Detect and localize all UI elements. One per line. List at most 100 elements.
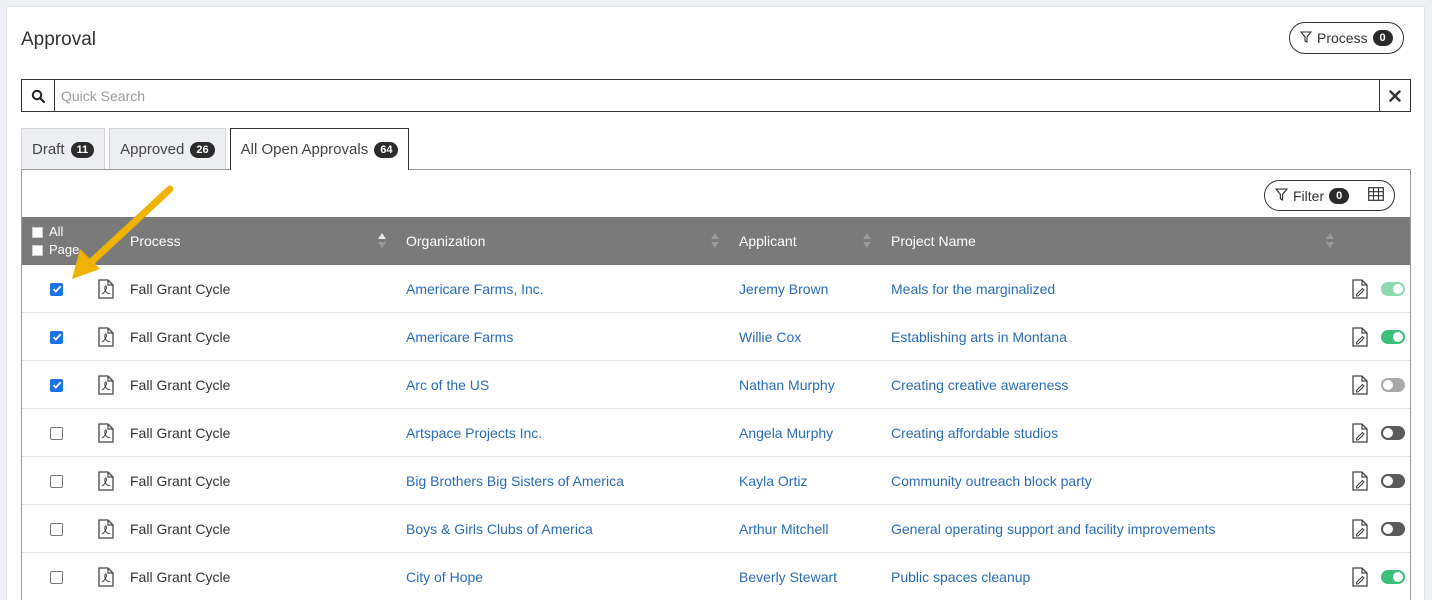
process-cell: Fall Grant Cycle [130,521,231,537]
organization-link[interactable]: Americare Farms, Inc. [406,265,544,313]
select-page-checkbox[interactable] [32,244,43,256]
pdf-file-icon[interactable] [98,313,114,361]
approval-toggle[interactable] [1381,474,1405,488]
table-row[interactable]: Fall Grant Cycle Americare Farms Willie Co… [22,313,1410,361]
organization-link[interactable]: Artspace Projects Inc. [406,409,542,457]
table-row[interactable]: Fall Grant Cycle Americare Farms, Inc. Jer… [22,265,1410,313]
approvals-panel: Filter 0 All Page Process Organization A… [21,169,1411,600]
approval-toggle-cell [1381,553,1405,600]
sort-icon[interactable] [863,233,871,249]
approval-toggle[interactable] [1381,570,1405,584]
row-checkbox[interactable] [50,378,63,392]
row-checkbox[interactable] [50,570,63,584]
tab-count-badge: 11 [70,141,95,158]
column-header-applicant[interactable]: Applicant [739,217,797,265]
sort-icon[interactable] [378,233,386,249]
approval-toggle-cell [1381,457,1405,505]
process-cell: Fall Grant Cycle [130,329,231,345]
process-cell: Fall Grant Cycle [130,281,231,297]
quick-search-bar [21,79,1411,112]
page-title: Approval [21,29,96,50]
select-page-option[interactable]: Page [32,241,79,259]
pdf-file-icon[interactable] [98,361,114,409]
organization-link[interactable]: City of Hope [406,553,483,600]
column-header-process[interactable]: Process [130,217,181,265]
process-cell: Fall Grant Cycle [130,377,231,393]
pdf-file-icon[interactable] [98,505,114,553]
filter-button[interactable]: Filter 0 [1264,180,1396,211]
table-row[interactable]: Fall Grant Cycle Big Brothers Big Sisters… [22,457,1410,505]
project-name-link[interactable]: Creating affordable studios [891,409,1058,457]
project-name-link[interactable]: Public spaces cleanup [891,553,1030,600]
process-cell: Fall Grant Cycle [130,425,231,441]
row-checkbox[interactable] [50,474,63,488]
organization-link[interactable]: Boys & Girls Clubs of America [406,505,593,553]
select-all-option[interactable]: All [32,223,79,241]
project-name-link[interactable]: Establishing arts in Montana [891,313,1067,361]
approval-toggle-cell [1381,265,1405,313]
pdf-file-icon[interactable] [98,457,114,505]
column-header-project-name[interactable]: Project Name [891,217,976,265]
table-row[interactable]: Fall Grant Cycle Boys & Girls Clubs of Am… [22,505,1410,553]
table-row[interactable]: Fall Grant Cycle Arc of the US Nathan Murp… [22,361,1410,409]
project-name-link[interactable]: Creating creative awareness [891,361,1068,409]
project-name-link[interactable]: Meals for the marginalized [891,265,1055,313]
applicant-link[interactable]: Angela Murphy [739,409,833,457]
edit-document-icon[interactable] [1352,313,1368,361]
approval-toggle[interactable] [1381,522,1405,536]
table-row[interactable]: Fall Grant Cycle Artspace Projects Inc. An… [22,409,1410,457]
sort-icon[interactable] [711,233,719,249]
row-select-cell [50,409,63,457]
project-name-link[interactable]: Community outreach block party [891,457,1092,505]
tab-label: Draft [32,141,65,158]
approval-toggle[interactable] [1381,330,1405,344]
edit-document-icon[interactable] [1352,505,1368,553]
edit-document-icon[interactable] [1352,361,1368,409]
applicant-link[interactable]: Willie Cox [739,313,801,361]
table-row[interactable]: Fall Grant Cycle City of Hope Beverly Stew… [22,553,1410,600]
approval-toggle[interactable] [1381,378,1405,392]
row-select-cell [50,361,63,409]
edit-document-icon[interactable] [1352,553,1368,600]
approval-toggle[interactable] [1381,426,1405,440]
column-header-organization[interactable]: Organization [406,217,485,265]
select-all-label: All [49,224,64,239]
pdf-file-icon[interactable] [98,265,114,313]
quick-search-input[interactable] [55,80,1379,111]
tab-approved[interactable]: Approved 26 [109,128,226,170]
row-checkbox[interactable] [50,522,63,536]
applicant-link[interactable]: Nathan Murphy [739,361,835,409]
filter-icon [1274,187,1289,204]
table-grid-icon[interactable] [1368,187,1385,204]
tab-count-badge: 26 [190,141,215,158]
approval-toggle-cell [1381,505,1405,553]
applicant-link[interactable]: Beverly Stewart [739,553,837,600]
edit-document-icon[interactable] [1352,409,1368,457]
row-checkbox[interactable] [50,330,63,344]
tab-draft[interactable]: Draft 11 [21,128,106,170]
edit-document-icon[interactable] [1352,457,1368,505]
edit-document-icon[interactable] [1352,265,1368,313]
search-icon[interactable] [22,80,55,111]
project-name-link[interactable]: General operating support and facility i… [891,505,1216,553]
organization-link[interactable]: Arc of the US [406,361,489,409]
pdf-file-icon[interactable] [98,553,114,600]
row-checkbox[interactable] [50,426,63,440]
organization-link[interactable]: Americare Farms [406,313,513,361]
approval-toggle-cell [1381,313,1405,361]
process-count-badge: 0 [1372,30,1393,46]
tab-all-open-approvals[interactable]: All Open Approvals 64 [229,128,410,170]
row-checkbox[interactable] [50,282,63,296]
applicant-link[interactable]: Arthur Mitchell [739,505,828,553]
filter-icon [1299,30,1313,46]
process-filter-button[interactable]: Process 0 [1289,22,1404,54]
organization-link[interactable]: Big Brothers Big Sisters of America [406,457,624,505]
sort-icon[interactable] [1326,233,1334,249]
applicant-link[interactable]: Jeremy Brown [739,265,828,313]
pdf-file-icon[interactable] [98,409,114,457]
select-all-checkbox[interactable] [32,226,43,238]
approval-toggle-cell [1381,409,1405,457]
applicant-link[interactable]: Kayla Ortiz [739,457,807,505]
close-icon[interactable] [1379,80,1410,111]
approval-toggle[interactable] [1381,282,1405,296]
